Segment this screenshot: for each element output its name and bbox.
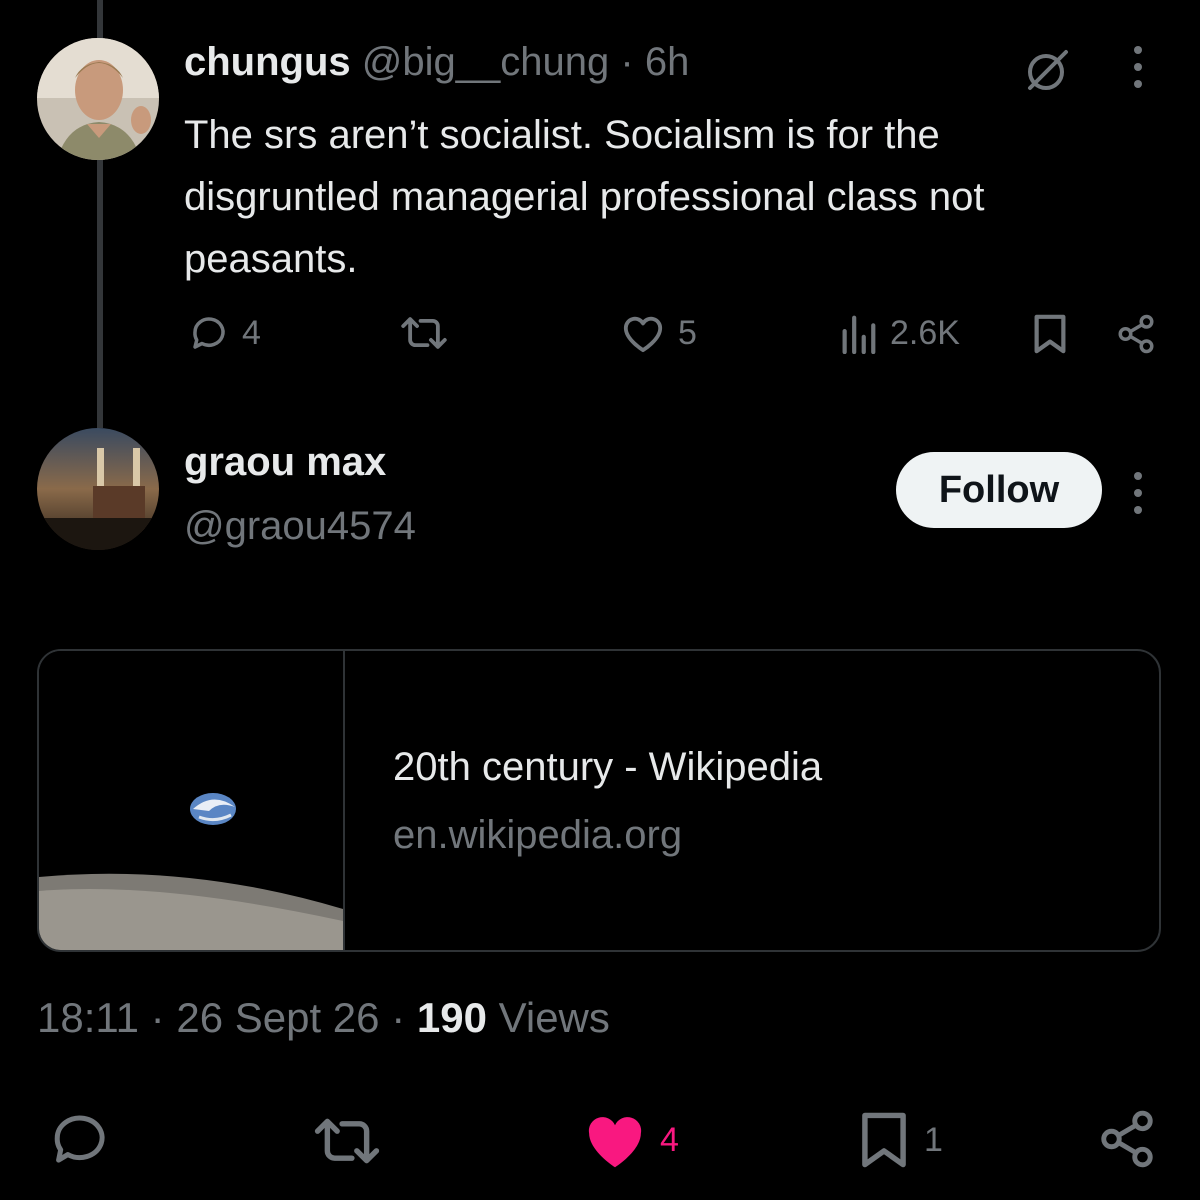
like-icon bbox=[620, 312, 666, 354]
tweet-header: chungus @big__chung · 6h bbox=[184, 40, 689, 85]
post-date[interactable]: 26 Sept 26 bbox=[176, 994, 379, 1041]
handle[interactable]: @graou4574 bbox=[184, 504, 416, 549]
like-count: 4 bbox=[660, 1120, 679, 1159]
like-button[interactable]: 5 bbox=[620, 312, 697, 354]
display-name[interactable]: graou max bbox=[184, 440, 386, 485]
like-icon bbox=[582, 1110, 648, 1170]
bookmark-count: 1 bbox=[924, 1120, 943, 1159]
tweet-text: The srs aren’t socialist. Socialism is f… bbox=[184, 113, 985, 281]
post-time[interactable]: 18:11 bbox=[37, 994, 139, 1041]
link-card[interactable]: 20th century - Wikipedia en.wikipedia.or… bbox=[37, 649, 1161, 952]
bookmark-icon[interactable] bbox=[1030, 313, 1070, 360]
reply-icon bbox=[188, 312, 230, 354]
bookmark-button[interactable]: 1 bbox=[856, 1110, 943, 1170]
separator: · bbox=[150, 994, 165, 1041]
like-count: 5 bbox=[678, 313, 697, 352]
views-button[interactable]: 2.6K bbox=[838, 312, 960, 354]
follow-button[interactable]: Follow bbox=[896, 452, 1102, 528]
reply-button[interactable]: 4 bbox=[188, 312, 261, 354]
display-name[interactable]: chungus bbox=[184, 40, 351, 84]
views-count: 2.6K bbox=[890, 313, 960, 352]
separator: · bbox=[391, 994, 406, 1041]
more-icon[interactable] bbox=[1132, 46, 1144, 88]
grok-icon[interactable] bbox=[1024, 48, 1072, 97]
views-label: Views bbox=[498, 994, 610, 1041]
repost-button[interactable] bbox=[398, 312, 450, 354]
views-count: 190 bbox=[416, 994, 487, 1041]
bookmark-icon bbox=[856, 1110, 912, 1170]
views-icon bbox=[838, 312, 878, 354]
avatar-graou-max[interactable] bbox=[37, 428, 159, 550]
card-title[interactable]: 20th century - Wikipedia bbox=[393, 745, 822, 790]
share-icon[interactable] bbox=[1096, 1108, 1158, 1175]
like-button[interactable]: 4 bbox=[582, 1110, 679, 1170]
repost-icon[interactable] bbox=[310, 1114, 384, 1173]
tweet-meta: 18:11 · 26 Sept 26 · 190 Views bbox=[37, 994, 610, 1042]
separator: · bbox=[620, 40, 634, 84]
earthrise-thumbnail bbox=[39, 651, 345, 950]
reply-icon[interactable] bbox=[48, 1110, 114, 1173]
repost-icon bbox=[398, 312, 450, 354]
reply-count: 4 bbox=[242, 313, 261, 352]
avatar-chungus[interactable] bbox=[37, 38, 159, 160]
share-icon[interactable] bbox=[1114, 313, 1158, 360]
card-domain[interactable]: en.wikipedia.org bbox=[393, 813, 682, 858]
handle[interactable]: @big__chung bbox=[362, 40, 609, 84]
more-icon[interactable] bbox=[1132, 472, 1144, 514]
timestamp[interactable]: 6h bbox=[645, 40, 690, 84]
